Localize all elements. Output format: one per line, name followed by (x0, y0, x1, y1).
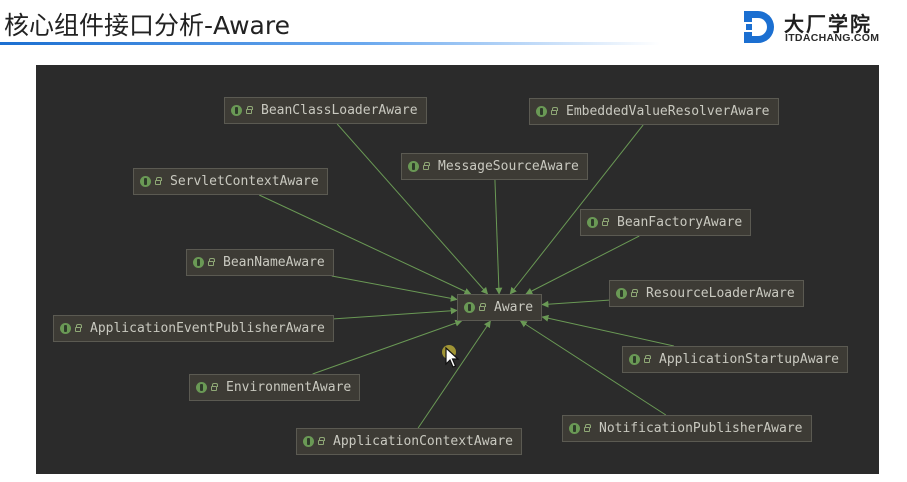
interface-icon (464, 302, 475, 313)
interface-icon (60, 323, 71, 334)
node-message-source-aware[interactable]: MessageSourceAware (401, 153, 588, 180)
brand-logo: 大厂学院 ITDACHANG.COM (741, 8, 907, 48)
node-label: NotificationPublisherAware (599, 421, 803, 436)
node-label: MessageSourceAware (438, 159, 579, 174)
lock-icon (479, 303, 486, 311)
node-label: EnvironmentAware (226, 380, 352, 395)
lock-icon (423, 162, 430, 170)
edge-resource-loader-aware-to-aware (541, 299, 610, 308)
interface-icon (140, 176, 151, 187)
node-bean-factory-aware[interactable]: BeanFactoryAware (580, 209, 752, 236)
interface-icon (587, 217, 598, 228)
interface-icon (616, 288, 627, 299)
interface-icon (408, 161, 419, 172)
node-label: ApplicationContextAware (333, 434, 514, 449)
node-label: EmbeddedValueResolverAware (566, 104, 770, 119)
node-aware[interactable]: Aware (457, 294, 543, 321)
node-label: BeanClassLoaderAware (261, 103, 418, 118)
interface-icon (536, 106, 547, 117)
lock-icon (211, 383, 218, 391)
interface-icon (193, 257, 204, 268)
node-resource-loader-aware[interactable]: ResourceLoaderAware (609, 280, 804, 307)
title-underline (0, 42, 660, 45)
brand-mark-icon (744, 11, 774, 43)
brand-name-en: ITDACHANG.COM (785, 32, 880, 44)
interface-icon (629, 354, 640, 365)
edge-servlet-context-aware-to-aware (258, 194, 472, 295)
lock-icon (551, 107, 558, 115)
edge-bean-name-aware-to-aware (331, 275, 458, 302)
node-application-context-aware[interactable]: ApplicationContextAware (296, 428, 523, 455)
diagram-canvas: Aware BeanClassLoaderAware EmbeddedValue… (36, 65, 879, 474)
mouse-cursor-icon (442, 345, 460, 368)
lock-icon (246, 106, 253, 114)
interface-icon (231, 105, 242, 116)
lock-icon (644, 355, 651, 363)
node-label: ApplicationStartupAware (659, 352, 840, 367)
slide-title: 核心组件接口分析-Aware (4, 11, 290, 40)
node-label: Aware (494, 300, 534, 315)
edge-application-event-publisher-aware-to-aware (333, 307, 458, 320)
lock-icon (602, 218, 609, 226)
lock-icon (318, 437, 325, 445)
node-application-event-publisher-aware[interactable]: ApplicationEventPublisherAware (53, 315, 334, 342)
lock-icon (75, 324, 82, 332)
node-label: BeanFactoryAware (617, 215, 743, 230)
node-label: ResourceLoaderAware (646, 286, 795, 301)
lock-icon (584, 424, 591, 432)
edge-application-context-aware-to-aware (417, 320, 491, 429)
node-label: BeanNameAware (223, 255, 325, 270)
node-bean-class-loader-aware[interactable]: BeanClassLoaderAware (224, 97, 427, 124)
lock-icon (631, 289, 638, 297)
edge-message-source-aware-to-aware (494, 179, 503, 295)
node-application-startup-aware[interactable]: ApplicationStartupAware (622, 346, 849, 373)
interface-icon (196, 382, 207, 393)
edge-application-startup-aware-to-aware (541, 314, 674, 347)
node-servlet-context-aware[interactable]: ServletContextAware (133, 168, 328, 195)
lock-icon (208, 258, 215, 266)
edge-environment-aware-to-aware (312, 319, 463, 375)
interface-icon (569, 423, 580, 434)
node-environment-aware[interactable]: EnvironmentAware (189, 374, 361, 401)
node-embedded-value-resolver-aware[interactable]: EmbeddedValueResolverAware (529, 98, 779, 125)
node-label: ServletContextAware (170, 174, 319, 189)
lock-icon (155, 177, 162, 185)
node-label: ApplicationEventPublisherAware (90, 321, 325, 336)
diagram-edges (258, 123, 674, 429)
edge-bean-class-loader-aware-to-aware (336, 123, 489, 295)
interface-icon (303, 436, 314, 447)
node-notification-publisher-aware[interactable]: NotificationPublisherAware (562, 415, 812, 442)
node-bean-name-aware[interactable]: BeanNameAware (186, 249, 334, 276)
